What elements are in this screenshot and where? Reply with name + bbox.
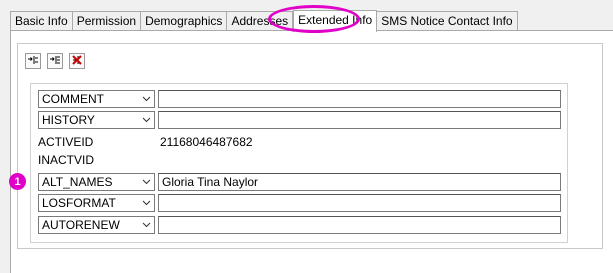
autorenew-field[interactable] (158, 216, 561, 234)
chevron-down-icon (141, 176, 152, 188)
chevron-down-icon (141, 114, 152, 126)
inactvid-label: INACTVID (38, 153, 95, 167)
activeid-value: 21168046487682 (160, 135, 253, 149)
alt-names-field[interactable]: Gloria Tina Naylor (158, 173, 561, 191)
annotation-badge: 1 (9, 173, 26, 190)
select-value: AUTORENEW (42, 218, 120, 232)
autorenew-select[interactable]: AUTORENEW (38, 216, 155, 234)
chevron-down-icon (141, 219, 152, 231)
select-value: HISTORY (42, 113, 95, 127)
chevron-down-icon (141, 93, 152, 105)
tab-extended-info[interactable]: Extended Info (293, 10, 378, 32)
tab-demographics[interactable]: Demographics (141, 11, 228, 31)
delete-button[interactable] (69, 53, 85, 69)
losformat-select[interactable]: LOSFORMAT (38, 194, 155, 212)
delete-icon (71, 54, 83, 69)
select-value: COMMENT (42, 92, 104, 106)
add-link-button[interactable] (25, 53, 41, 69)
tab-permission[interactable]: Permission (72, 11, 142, 31)
chevron-down-icon (141, 197, 152, 209)
history-select[interactable]: HISTORY (38, 111, 155, 129)
tab-bar: Basic Info Permission Demographics Addre… (10, 10, 518, 32)
add-link-icon (27, 54, 39, 69)
edit-link-button[interactable] (47, 53, 63, 69)
comment-select[interactable]: COMMENT (38, 90, 155, 108)
activeid-label: ACTIVEID (38, 135, 94, 149)
alt-names-select[interactable]: ALT_NAMES (38, 173, 155, 191)
comment-field[interactable] (158, 90, 561, 108)
history-field[interactable] (158, 111, 561, 129)
edit-link-icon (49, 54, 61, 69)
tab-sms-notice-contact-info[interactable]: SMS Notice Contact Info (377, 11, 518, 31)
select-value: ALT_NAMES (42, 175, 113, 189)
tab-basic-info[interactable]: Basic Info (10, 11, 73, 31)
top-strip (0, 0, 613, 10)
losformat-field[interactable] (158, 194, 561, 212)
tab-addresses[interactable]: Addresses (227, 11, 294, 31)
select-value: LOSFORMAT (42, 196, 116, 210)
